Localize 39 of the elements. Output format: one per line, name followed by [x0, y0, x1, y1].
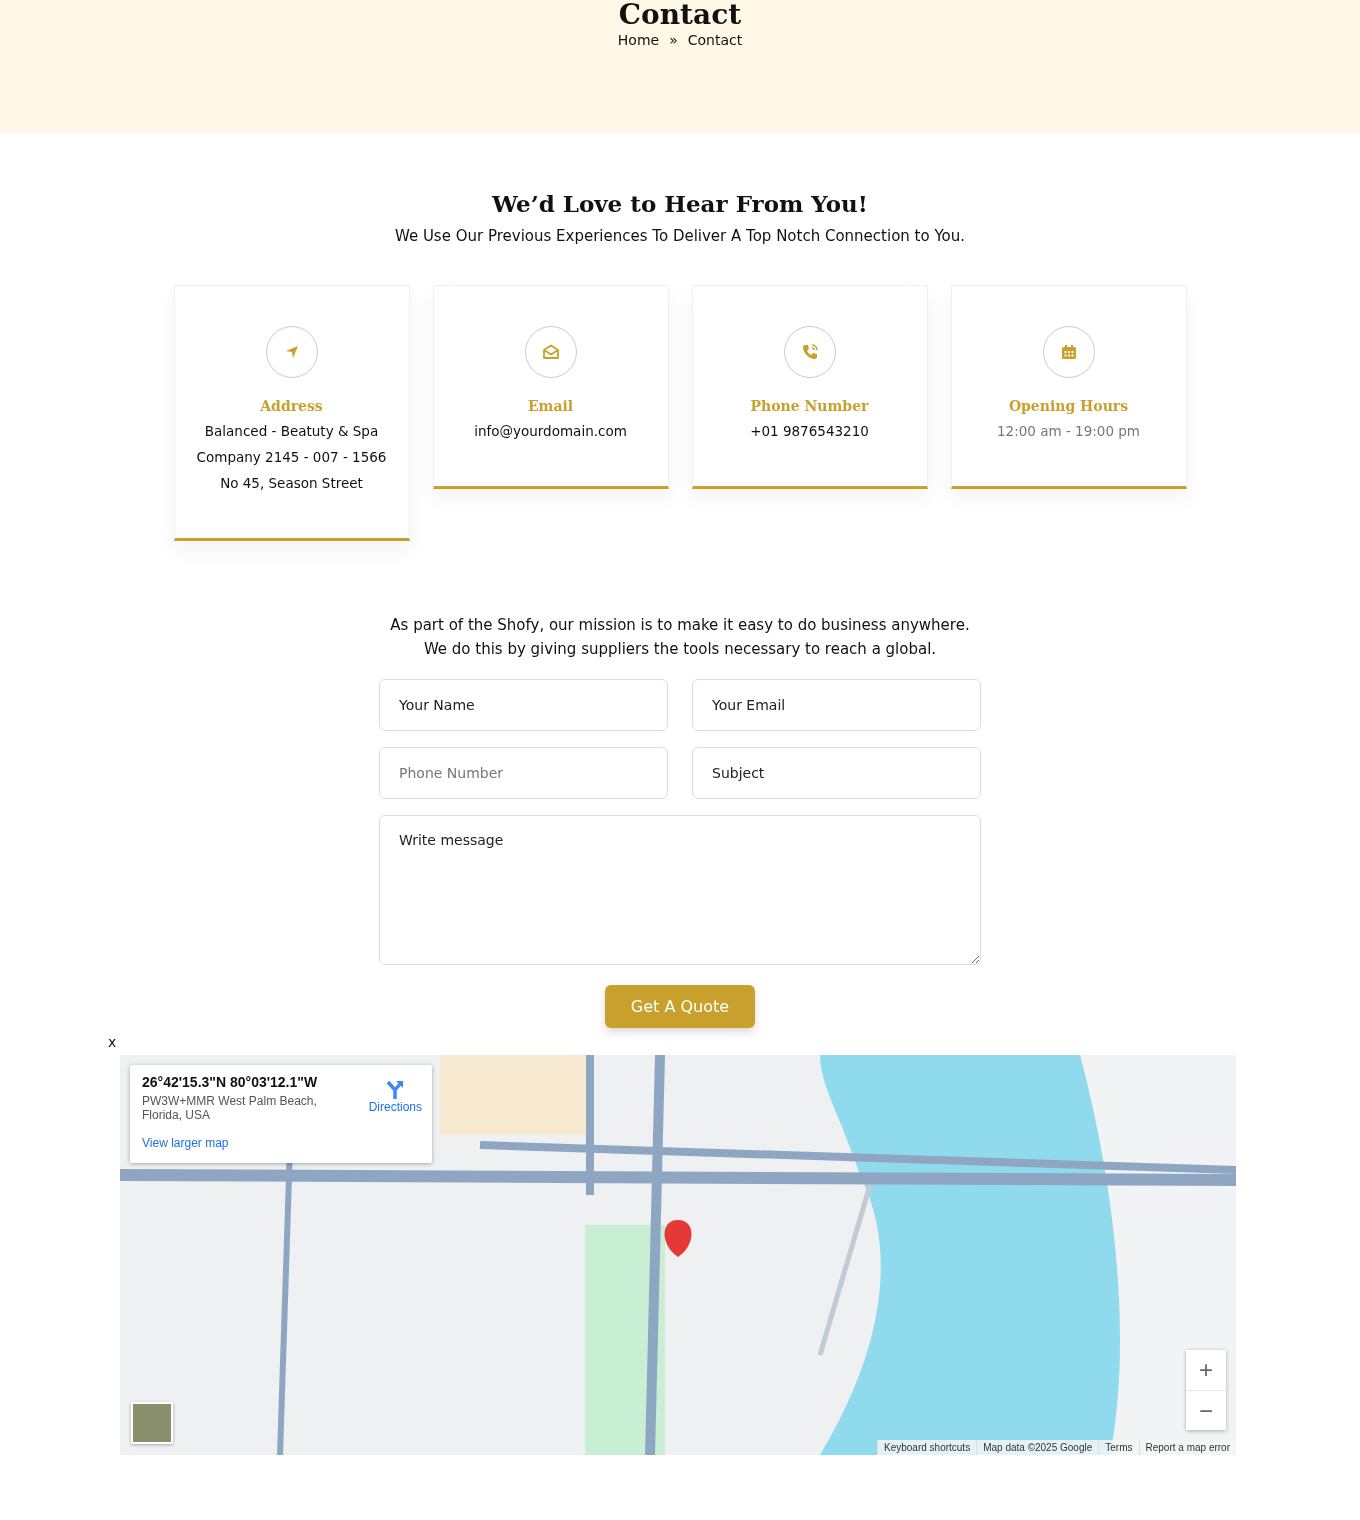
- navigation-arrow-icon: [284, 345, 299, 359]
- card-text: Company 2145 - 007 - 1566: [196, 448, 387, 467]
- address-text: PW3W+MMR West Palm Beach, Florida, USA: [142, 1094, 318, 1122]
- view-larger-map-link[interactable]: View larger map: [142, 1136, 229, 1150]
- section-subtitle: We Use Our Previous Experiences To Deliver A Top Notch Connection to You.: [393, 227, 967, 245]
- page-title: Contact: [618, 0, 742, 30]
- map-attribution-link[interactable]: Terms: [1098, 1440, 1139, 1455]
- mission-text: As part of the Shofy, our mission is to make it easy to do business anywhere. We do this by giving suppliers the tools necessary to reach a global.: [389, 615, 971, 660]
- card-text: info@yourdomain.com: [474, 422, 627, 441]
- satellite-thumbnail[interactable]: [131, 1402, 173, 1444]
- card-title: Opening Hours: [1008, 398, 1129, 414]
- close-text[interactable]: x: [108, 1034, 117, 1050]
- zoom-in-button[interactable]: +: [1186, 1350, 1226, 1390]
- breadcrumb-link[interactable]: Home: [617, 32, 660, 48]
- input-field[interactable]: Phone Number: [379, 747, 668, 799]
- zoom-out-button[interactable]: −: [1186, 1390, 1226, 1430]
- map-attribution-link[interactable]: Map data ©2025 Google: [976, 1440, 1099, 1455]
- coordinates-text: 26°42'15.3"N 80°03'12.1"W: [142, 1074, 319, 1090]
- card-text: Balanced - Beatuty & Spa: [204, 422, 379, 441]
- directions-link[interactable]: Directions: [368, 1074, 422, 1120]
- card-text: No 45, Season Street: [220, 474, 363, 493]
- input-field[interactable]: Subject: [692, 747, 981, 799]
- card-text: 12:00 am - 19:00 pm: [997, 422, 1140, 441]
- breadcrumb-separator: »: [669, 32, 678, 48]
- map-attribution-link[interactable]: Report a map error: [1138, 1440, 1236, 1455]
- section-heading: We’d Love to Hear From You!: [490, 190, 869, 217]
- input-field[interactable]: Your Name: [379, 679, 668, 731]
- message-field[interactable]: Write message: [379, 815, 981, 965]
- map-attribution-link[interactable]: Keyboard shortcuts: [877, 1440, 977, 1455]
- phone-icon: [800, 343, 819, 361]
- calendar-icon: [1060, 344, 1077, 360]
- card-title: Email: [527, 398, 574, 414]
- card-title: Phone Number: [750, 398, 869, 414]
- envelope-icon: [541, 344, 560, 360]
- map-placeholder[interactable]: 26°42'15.3"N 80°03'12.1"W PW3W+MMR West Palm Beach, Florida, USA View larger map Directions + − Keyboard shortcuts Map data ©2025 Google Terms Report a map error: [120, 1055, 1236, 1455]
- breadcrumb-current: Contact: [687, 32, 743, 48]
- card-text: +01 9876543210: [750, 422, 869, 441]
- input-field[interactable]: Your Email: [692, 679, 981, 731]
- card-title: Address: [260, 398, 323, 414]
